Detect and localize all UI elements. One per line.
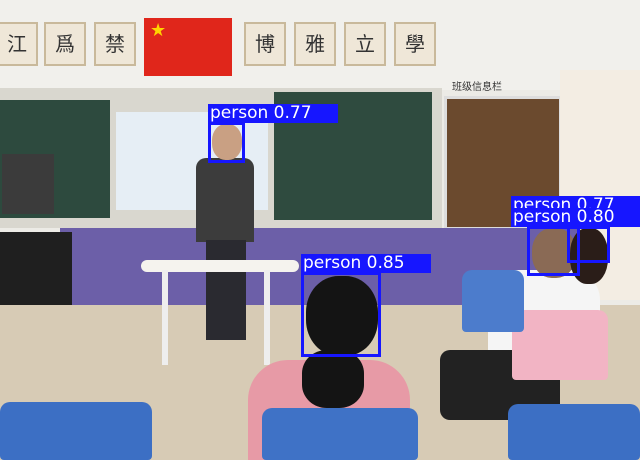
wall-plaque: 雅	[294, 22, 336, 66]
chair-blue	[508, 404, 640, 460]
teacher-legs	[206, 240, 246, 340]
notice-board-title: 班级信息栏	[452, 82, 502, 93]
wall-plaque: 禁	[94, 22, 136, 66]
chair-pink	[512, 310, 608, 380]
wall-plaque: 博	[244, 22, 286, 66]
detection-box	[208, 122, 245, 163]
poster	[2, 154, 54, 214]
detection-label: person 0.77	[208, 104, 338, 123]
chinese-flag: ★	[144, 18, 232, 76]
classroom-photo: 江 爲 禁 ★ 博 雅 立 學 班级信息栏 person 0.77 person…	[0, 0, 640, 460]
detection-label: person 0.85	[301, 254, 431, 273]
chair-blue	[262, 408, 418, 460]
wall-plaque: 學	[394, 22, 436, 66]
detection-box	[301, 272, 381, 357]
woman-ponytail	[302, 350, 364, 408]
wall-plaque: 立	[344, 22, 386, 66]
table-leg	[162, 270, 168, 365]
wall-plaque: 江	[0, 22, 38, 66]
chair-blue	[462, 270, 524, 332]
chair-blue	[0, 402, 152, 460]
detection-label: person 0.80	[511, 208, 640, 227]
detection-box	[567, 226, 610, 263]
teacher-body	[196, 158, 254, 242]
wall-plaque: 爲	[44, 22, 86, 66]
table-leg	[264, 270, 270, 365]
